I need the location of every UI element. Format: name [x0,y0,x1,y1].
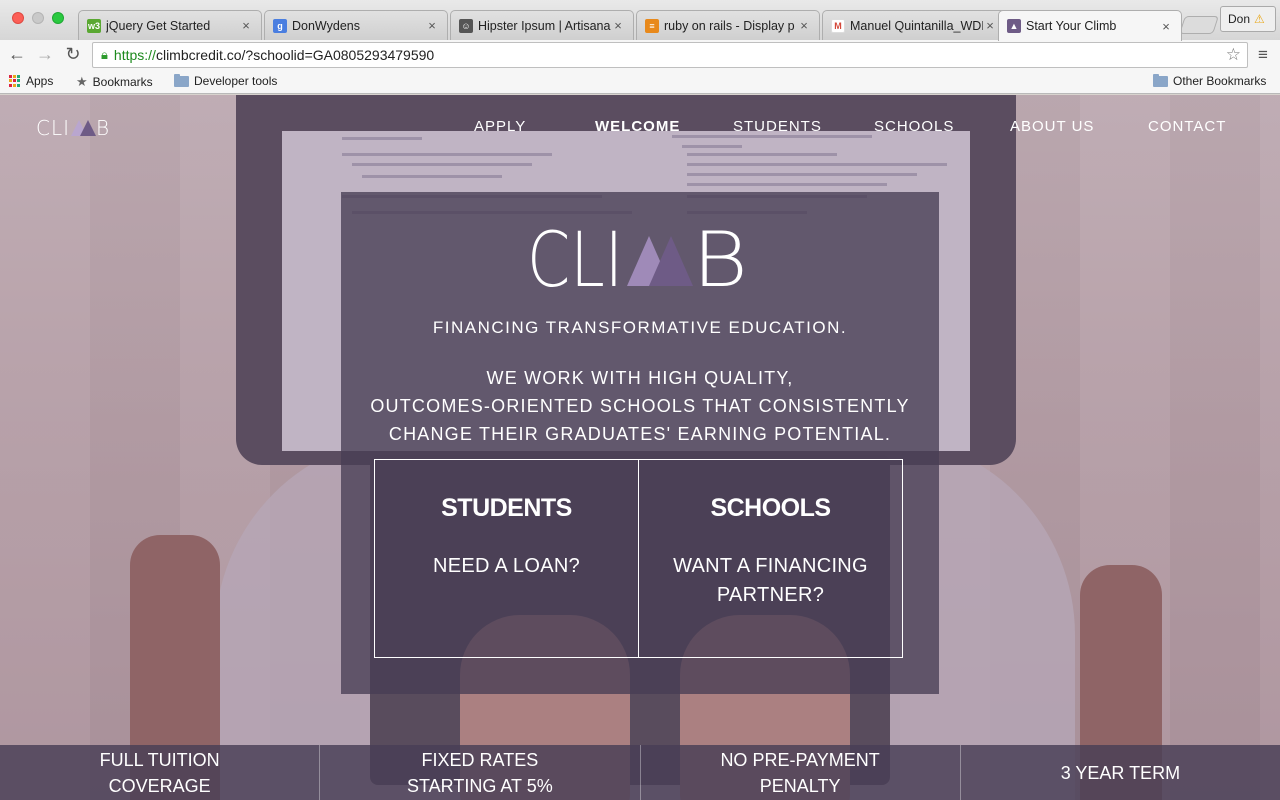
apps-grid-icon [9,75,21,87]
bookmark-bookmarks[interactable]: ★ Bookmarks [76,74,153,90]
nav-schools[interactable]: SCHOOLS [874,118,954,135]
tab-start-your-climb[interactable]: ▲ Start Your Climb × [998,10,1182,41]
feature-full-tuition: FULL TUITION COVERAGE [0,745,319,800]
feature-line-2: STARTING AT 5% [407,775,553,796]
tab-ruby-on-rails[interactable]: ≡ ruby on rails - Display p × [636,10,820,40]
climb-icon: ▲ [1007,19,1021,33]
bookmark-developer-tools[interactable]: Developer tools [174,73,278,88]
tab-label: Start Your Climb [1026,19,1117,33]
hero-mission-line-2: OUTCOMES-ORIENTED SCHOOLS THAT CONSISTEN… [370,396,910,416]
folder-icon [174,73,189,87]
feature-3-year-term: 3 YEAR TERM [959,745,1280,800]
nav-apply[interactable]: APPLY [474,118,526,135]
nav-welcome[interactable]: WELCOME [595,118,680,135]
hero-mission-line-1: WE WORK WITH HIGH QUALITY, [486,368,794,388]
hero-tagline: FINANCING TRANSFORMATIVE EDUCATION. [432,318,848,337]
bookmark-label: Other Bookmarks [1173,74,1267,88]
tab-close-icon[interactable]: × [611,18,625,33]
feature-line-2: COVERAGE [108,775,211,796]
svg-text:B: B [96,117,108,137]
browser-toolbar: ← → ↻ 🔒︎ https://climbcredit.co/?schooli… [0,40,1280,70]
feature-line-2: PENALTY [759,775,841,796]
students-card[interactable]: STUDENTS NEED A LOAN? [375,460,638,657]
menu-icon[interactable]: ≡ [1254,45,1272,65]
google-plus-icon: g [273,18,287,33]
bookmark-star-icon[interactable]: ☆ [1226,45,1241,65]
back-icon[interactable]: ← [6,43,28,65]
feature-no-prepayment: NO PRE-PAYMENT PENALTY [639,745,960,800]
address-bar[interactable]: 🔒︎ https://climbcredit.co/?schoolid=GA08… [92,42,1248,68]
students-card-subtitle: NEED A LOAN? [433,555,580,577]
bookmark-apps[interactable]: Apps [9,74,53,88]
bookmark-other[interactable]: Other Bookmarks [1153,73,1267,88]
schools-card-title: SCHOOLS [710,494,831,522]
profile-button[interactable]: Don ⚠ [1220,6,1276,32]
bookmarks-bar: Apps ★ Bookmarks Developer tools Other B… [0,70,1280,94]
students-card-title: STUDENTS [441,494,572,522]
tab-donwydens[interactable]: g DonWydens × [264,10,448,40]
svg-text:CLI: CLI [36,117,70,137]
bookmark-label: Developer tools [194,74,278,88]
feature-fixed-rates: FIXED RATES STARTING AT 5% [319,745,639,800]
hero-mission-line-3: CHANGE THEIR GRADUATES' EARNING POTENTIA… [388,424,892,444]
profile-name: Don [1228,12,1251,26]
feature-line-1: 3 YEAR TERM [1060,762,1181,783]
close-window-button[interactable] [12,12,24,24]
tab-gmail[interactable]: M Manuel Quintanilla_WDI × [822,10,1006,40]
climb-page: CLI B APPLY WELCOME STUDENTS SCHOOLS ABO… [0,95,1280,800]
browser-titlebar: w3 jQuery Get Started × g DonWydens × ☺ … [0,0,1280,41]
features-strip: FULL TUITION COVERAGE FIXED RATES STARTI… [0,745,1280,800]
tab-label: DonWydens [292,18,360,33]
w3schools-icon: w3 [87,18,101,33]
nav-about-us[interactable]: ABOUT US [1010,118,1094,135]
svg-text:CLI: CLI [527,224,623,290]
folder-icon [1153,73,1168,87]
nav-students[interactable]: STUDENTS [733,118,822,135]
stackoverflow-icon: ≡ [645,18,659,33]
schools-card-subtitle-line-2: PARTNER? [716,584,825,606]
tab-close-icon[interactable]: × [425,18,439,33]
schools-card-subtitle: WANT A FINANCING PARTNER? [659,552,882,610]
tab-jquery[interactable]: w3 jQuery Get Started × [78,10,262,40]
tab-label: jQuery Get Started [106,18,211,33]
climb-logo-icon: CLI B [36,117,108,137]
url-protocol: https:// [113,47,156,63]
gmail-icon: M [831,18,845,33]
reload-icon[interactable]: ↻ [62,43,84,65]
url-text: climbcredit.co/?schoolid=GA0805293479590 [155,47,435,63]
minimize-window-button[interactable] [32,12,44,24]
schools-card[interactable]: SCHOOLS WANT A FINANCING PARTNER? [638,460,902,657]
bookmark-label: Apps [26,74,54,88]
schools-card-subtitle-line-1: WANT A FINANCING [673,555,868,577]
tab-label: ruby on rails - Display p [664,18,795,33]
warning-icon: ⚠ [1254,12,1265,26]
feature-line-1: NO PRE-PAYMENT [720,749,880,770]
audience-cards: STUDENTS NEED A LOAN? SCHOOLS WANT A FIN… [374,459,903,658]
forward-icon[interactable]: → [34,43,56,65]
tab-close-icon[interactable]: × [1159,19,1173,34]
new-tab-button[interactable] [1179,16,1219,34]
svg-text:B: B [692,224,748,290]
tab-hipster-ipsum[interactable]: ☺ Hipster Ipsum | Artisanal × [450,10,634,40]
star-icon: ★ [76,74,88,89]
bookmark-label: Bookmarks [92,75,153,89]
feature-line-1: FULL TUITION [99,749,220,770]
tab-close-icon[interactable]: × [797,18,811,33]
climb-logo[interactable]: CLI B [36,117,108,137]
lock-icon: 🔒︎ [101,47,108,62]
hero-panel: CLI B FINANCING TRANSFORMATIVE EDUCATION… [341,192,939,694]
climb-hero-logo: CLI B [527,224,748,290]
nav-contact[interactable]: CONTACT [1148,118,1226,135]
hipster-icon: ☺ [459,18,473,33]
feature-line-1: FIXED RATES [421,749,539,770]
tab-label: Manuel Quintanilla_WDI [850,18,983,33]
tab-close-icon[interactable]: × [239,18,253,33]
tab-label: Hipster Ipsum | Artisanal [478,18,611,33]
tab-close-icon[interactable]: × [983,18,997,33]
maximize-window-button[interactable] [52,12,64,24]
